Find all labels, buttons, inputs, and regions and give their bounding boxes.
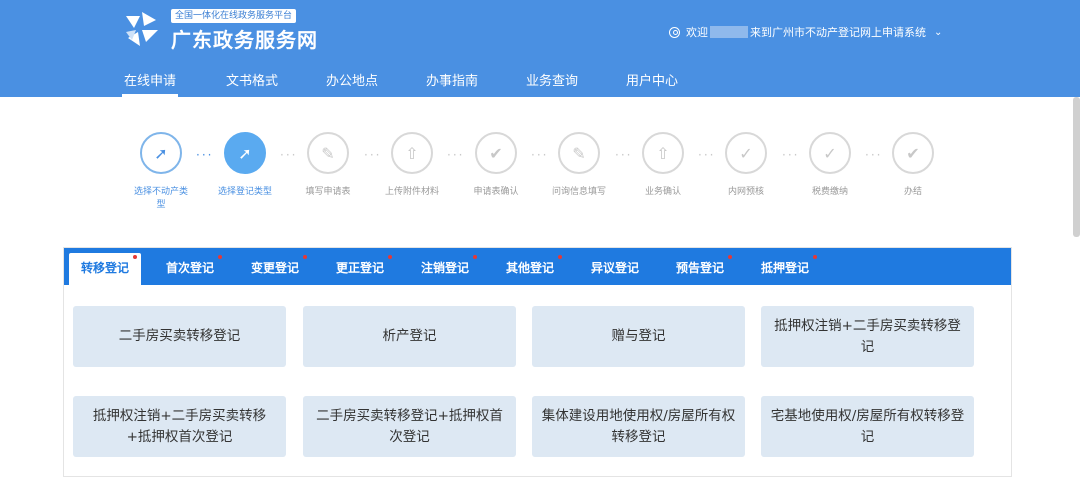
nav-office-location[interactable]: 办公地点 [326,70,378,89]
pencil-icon: ✎ [558,132,600,174]
cursor-icon: ➚ [224,132,266,174]
tab-first-registration[interactable]: 首次登记 [154,253,226,285]
cursor-icon: ➚ [140,132,182,174]
check-hand-icon: ✔ [892,132,934,174]
red-dot-badge [218,255,223,259]
chevron-down-icon: ⌄ [934,26,943,38]
step-9: ✓ 税费缴纳 [800,132,860,199]
registration-panel: 转移登记 首次登记 变更登记 更正登记 注销登记 其他登记 异议登记 预告登记 … [63,247,1012,477]
header: 全国一体化在线政务服务平台 广东政务服务网 欢迎 来到广州市不动产登记网上申请系… [0,0,1080,97]
tab-label: 异议登记 [591,261,640,275]
tab-transfer[interactable]: 转移登记 [69,253,142,285]
tab-label: 转移登记 [81,261,130,275]
step-label: 申请表确认 [473,187,519,197]
red-dot-badge [558,255,563,259]
step-connector: ··· [615,148,633,162]
upload-icon: ⇧ [391,132,433,174]
red-dot-badge [728,255,733,259]
page-scrollbar[interactable] [1073,97,1080,237]
check-circle-icon: ✓ [809,132,851,174]
card-transfer-mortgage-first[interactable]: 二手房买卖转移登记+抵押权首次登记 [303,396,516,457]
nav-online-apply[interactable]: 在线申请 [121,70,179,97]
nav-user-center[interactable]: 用户中心 [626,70,678,89]
card-homestead-transfer[interactable]: 宅基地使用权/房屋所有权转移登记 [761,396,974,457]
gd-logo-icon [126,12,158,46]
platform-tag: 全国一体化在线政务服务平台 [171,9,297,23]
tab-mortgage[interactable]: 抵押登记 [749,253,821,285]
step-progress: ➚ 选择不动产类型 ··· ➚ 选择登记类型 ··· ✎ 填写申请表 ··· ⇧… [0,132,1080,232]
card-property-division[interactable]: 析产登记 [303,306,516,367]
red-dot-badge [133,255,138,259]
site-name: 广东政务服务网 [171,28,318,52]
red-dot-badge [813,255,818,259]
red-dot-badge [388,255,393,259]
step-6: ✎ 问询信息填写 [549,132,609,199]
step-4: ⇧ 上传附件材料 [382,132,442,199]
welcome-suffix: 来到广州市不动产登记网上申请系统 [750,26,926,39]
step-label: 办结 [903,187,922,197]
red-dot-badge [473,255,478,259]
card-gift[interactable]: 赠与登记 [532,306,745,367]
step-7: ⇧ 业务确认 [633,132,693,199]
tab-other[interactable]: 其他登记 [494,253,566,285]
tab-label: 预告登记 [676,261,725,275]
step-label: 业务确认 [644,187,681,197]
step-connector: ··· [782,148,800,162]
card-mortgage-cancel-transfer[interactable]: 抵押权注销+二手房买卖转移登记 [761,306,974,367]
step-5: ✔ 申请表确认 [466,132,526,199]
step-connector: ··· [698,148,716,162]
step-label: 税费缴纳 [811,187,848,197]
masked-username [710,26,748,38]
step-connector: ··· [865,148,883,162]
tab-label: 抵押登记 [761,261,810,275]
pencil-icon: ✎ [307,132,349,174]
main-nav: 在线申请 文书格式 办公地点 办事指南 业务查询 用户中心 [0,66,1080,97]
step-connector: ··· [196,148,214,162]
tab-correction[interactable]: 更正登记 [324,253,396,285]
upload-icon: ⇧ [642,132,684,174]
step-10: ✔ 办结 [883,132,943,199]
step-1: ➚ 选择不动产类型 [131,132,191,212]
card-collective-land-transfer[interactable]: 集体建设用地使用权/房屋所有权转移登记 [532,396,745,457]
tab-label: 更正登记 [336,261,385,275]
check-hand-icon: ✔ [475,132,517,174]
tab-label: 其他登记 [506,261,555,275]
step-8: ✓ 内网预核 [716,132,776,199]
tab-advance-notice[interactable]: 预告登记 [664,253,736,285]
step-2: ➚ 选择登记类型 [215,132,275,199]
step-label: 选择不动产类型 [133,187,188,210]
tab-label: 首次登记 [166,261,215,275]
nav-document-format[interactable]: 文书格式 [226,70,278,89]
step-connector: ··· [364,148,382,162]
welcome-prefix: 欢迎 [686,26,708,39]
step-label: 填写申请表 [305,187,351,197]
user-icon [669,26,680,38]
step-label: 选择登记类型 [217,187,272,197]
tab-label: 注销登记 [421,261,470,275]
step-connector: ··· [531,148,549,162]
step-3: ✎ 填写申请表 [298,132,358,199]
step-connector: ··· [280,148,298,162]
step-label: 问询信息填写 [551,187,606,197]
nav-service-guide[interactable]: 办事指南 [426,70,478,89]
tab-change[interactable]: 变更登记 [239,253,311,285]
step-connector: ··· [447,148,465,162]
nav-business-query[interactable]: 业务查询 [526,70,578,89]
tab-objection[interactable]: 异议登记 [579,253,651,285]
check-circle-icon: ✓ [725,132,767,174]
tab-cancellation[interactable]: 注销登记 [409,253,481,285]
card-secondhand-transfer[interactable]: 二手房买卖转移登记 [73,306,286,367]
step-label: 内网预核 [727,187,764,197]
user-menu[interactable]: 欢迎 来到广州市不动产登记网上申请系统 ⌄ [669,24,942,40]
card-mortgage-cancel-transfer-mortgage[interactable]: 抵押权注销+二手房买卖转移+抵押权首次登记 [73,396,286,457]
tab-label: 变更登记 [251,261,300,275]
registration-tabs: 转移登记 首次登记 变更登记 更正登记 注销登记 其他登记 异议登记 预告登记 … [64,248,1011,285]
step-label: 上传附件材料 [384,187,439,197]
red-dot-badge [303,255,308,259]
